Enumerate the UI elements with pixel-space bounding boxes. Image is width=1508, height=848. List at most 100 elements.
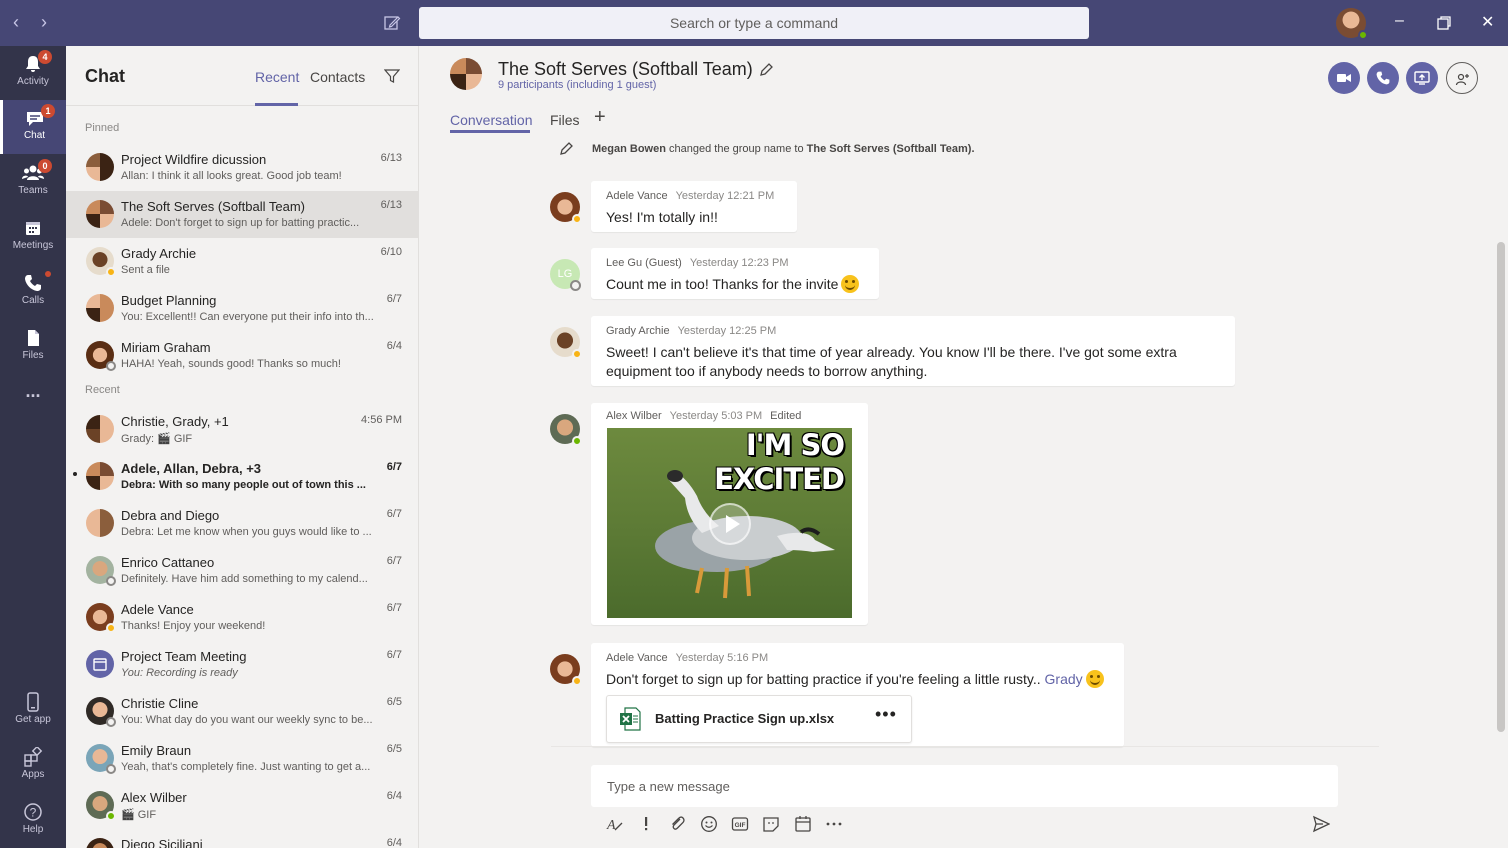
minimize-icon[interactable]: –: [1395, 12, 1404, 30]
compose-box[interactable]: Type a new message: [591, 765, 1338, 807]
message[interactable]: Alex Wilber Yesterday 5:03 PM Edited I'M S…: [591, 403, 868, 625]
audio-call-button[interactable]: [1367, 62, 1399, 94]
add-people-icon: [1455, 73, 1469, 86]
message-text: Yes! I'm totally in!!: [606, 209, 718, 225]
tab-conversation[interactable]: Conversation: [450, 112, 533, 128]
send-icon[interactable]: [1312, 815, 1330, 833]
search-input[interactable]: Search or type a command: [419, 7, 1089, 39]
pinned-section-label: Pinned: [85, 122, 120, 134]
rail-label: Get app: [15, 714, 51, 725]
presence-available-icon: [572, 436, 582, 446]
chat-item-enrico-cattaneo[interactable]: Enrico Cattaneo Definitely. Have him add…: [66, 547, 418, 594]
message[interactable]: Adele Vance Yesterday 5:16 PM Don't forge…: [591, 643, 1124, 747]
profile-avatar[interactable]: [1336, 8, 1368, 40]
message[interactable]: Lee Gu (Guest) Yesterday 12:23 PM Count m…: [591, 248, 879, 299]
rail-calls[interactable]: Calls: [0, 265, 66, 319]
chat-item-adele-vance[interactable]: Adele Vance Thanks! Enjoy your weekend! …: [66, 594, 418, 641]
video-call-button[interactable]: [1328, 62, 1360, 94]
divider: [551, 746, 1379, 747]
rail-apps[interactable]: Apps: [0, 739, 66, 793]
chat-item-emily-braun[interactable]: Emily Braun Yeah, that's completely fine…: [66, 735, 418, 782]
avatar[interactable]: [550, 654, 582, 686]
message-time: Yesterday 12:25 PM: [677, 325, 777, 337]
chat-item-project-team-meeting[interactable]: Project Team Meeting You: Recording is r…: [66, 641, 418, 688]
schedule-meeting-icon[interactable]: [794, 815, 812, 833]
gif-icon[interactable]: GIF: [731, 815, 749, 833]
chat-item-christie-cline[interactable]: Christie Cline You: What day do you want…: [66, 688, 418, 735]
add-people-button[interactable]: [1446, 62, 1478, 94]
presence-offline-icon: [106, 717, 116, 727]
chat-name: Miriam Graham: [121, 340, 211, 355]
chat-preview: You: What day do you want our weekly syn…: [121, 714, 373, 726]
rail-label: Apps: [21, 769, 45, 780]
message-line: equipment too if anybody needs to borrow…: [606, 363, 928, 379]
file-name[interactable]: Batting Practice Sign up.xlsx: [655, 711, 834, 726]
message[interactable]: Grady Archie Yesterday 12:25 PM Sweet! I …: [591, 316, 1235, 386]
message-input[interactable]: Type a new message: [607, 779, 730, 794]
avatar[interactable]: [550, 192, 582, 224]
chat-name: Adele, Allan, Debra, +3: [121, 461, 262, 476]
rail-get-app[interactable]: Get app: [0, 684, 66, 738]
gif-image[interactable]: I'M SO EXCITED: [607, 428, 852, 618]
tab-recent[interactable]: Recent: [255, 69, 299, 85]
play-icon[interactable]: [709, 503, 751, 545]
file-attachment[interactable]: Batting Practice Sign up.xlsx •••: [606, 695, 912, 743]
add-tab-button[interactable]: +: [594, 106, 606, 129]
forward-arrow-icon[interactable]: ›: [41, 12, 47, 33]
rail-files[interactable]: Files: [0, 320, 66, 374]
rail-activity[interactable]: 4 Activity: [0, 46, 66, 100]
format-icon[interactable]: A: [606, 815, 624, 833]
share-screen-button[interactable]: [1406, 62, 1438, 94]
chat-item-budget-planning[interactable]: Budget Planning You: Excellent!! Can eve…: [66, 285, 418, 332]
scrollbar[interactable]: [1497, 242, 1505, 732]
message-time: Yesterday 12:21 PM: [675, 190, 775, 202]
sticker-icon[interactable]: [762, 815, 780, 833]
chat-list-pane: Chat Recent Contacts Pinned Project Wild…: [66, 46, 419, 848]
close-icon[interactable]: ✕: [1481, 12, 1494, 32]
avatar[interactable]: [550, 414, 582, 446]
rail-help[interactable]: ? Help: [0, 794, 66, 848]
chat-item-miriam-graham[interactable]: Miriam Graham HAHA! Yeah, sounds good! T…: [66, 332, 418, 379]
chat-item-soft-serves[interactable]: The Soft Serves (Softball Team) Adele: D…: [66, 191, 418, 238]
chat-item-adele-allan-debra[interactable]: Adele, Allan, Debra, +3 Debra: With so m…: [66, 453, 418, 500]
new-chat-icon[interactable]: [382, 13, 402, 33]
more-apps-icon[interactable]: ...: [0, 381, 66, 421]
rail-meetings[interactable]: Meetings: [0, 210, 66, 264]
edit-name-icon[interactable]: [758, 62, 774, 78]
avatar: [86, 153, 114, 181]
avatar: [86, 509, 114, 537]
smile-emoji-icon: [1085, 670, 1104, 688]
tab-contacts[interactable]: Contacts: [310, 69, 365, 85]
filter-icon[interactable]: [384, 68, 400, 84]
chat-item-grady-archie[interactable]: Grady Archie Sent a file 6/10: [66, 238, 418, 285]
tab-files[interactable]: Files: [550, 112, 580, 128]
message-text: Count me in too! Thanks for the invite: [606, 276, 839, 292]
file-more-options-button[interactable]: •••: [875, 704, 897, 725]
chat-item-debra-diego[interactable]: Debra and Diego Debra: Let me know when …: [66, 500, 418, 547]
chat-item-christie-grady[interactable]: Christie, Grady, +1 Grady: 🎬 GIF 4:56 PM: [66, 406, 418, 453]
recent-section-label: Recent: [85, 384, 120, 396]
rail-teams[interactable]: 0 Teams: [0, 155, 66, 209]
chat-item-project-wildfire[interactable]: Project Wildfire dicussion Allan: I thin…: [66, 144, 418, 191]
message-author: Adele Vance: [606, 652, 668, 664]
avatar[interactable]: [550, 327, 582, 359]
rail-chat[interactable]: 1 Chat: [0, 100, 66, 154]
chat-preview: Allan: I think it all looks great. Good …: [121, 170, 342, 182]
more-options-icon[interactable]: [825, 815, 843, 833]
message[interactable]: Adele Vance Yesterday 12:21 PM Yes! I'm t…: [591, 181, 797, 232]
message-meta: Adele Vance Yesterday 5:16 PM: [606, 652, 768, 664]
apps-icon: [24, 747, 43, 767]
participants-link[interactable]: 9 participants (including 1 guest): [498, 79, 656, 91]
chat-item-alex-wilber[interactable]: Alex Wilber 🎬 GIF 6/4: [66, 782, 418, 829]
teams-badge: 0: [38, 159, 52, 173]
back-arrow-icon[interactable]: ‹: [13, 12, 19, 33]
chat-name: Debra and Diego: [121, 508, 220, 523]
attach-icon[interactable]: [668, 815, 686, 833]
emoji-icon[interactable]: [700, 815, 718, 833]
restore-icon[interactable]: [1437, 16, 1451, 30]
mention-link[interactable]: Grady: [1045, 671, 1083, 687]
avatar: [86, 744, 116, 774]
important-icon[interactable]: [637, 815, 655, 833]
chat-preview: Yeah, that's completely fine. Just wanti…: [121, 761, 371, 773]
chat-item-diego-siciliani[interactable]: Diego Siciliani 6/4: [66, 829, 418, 848]
